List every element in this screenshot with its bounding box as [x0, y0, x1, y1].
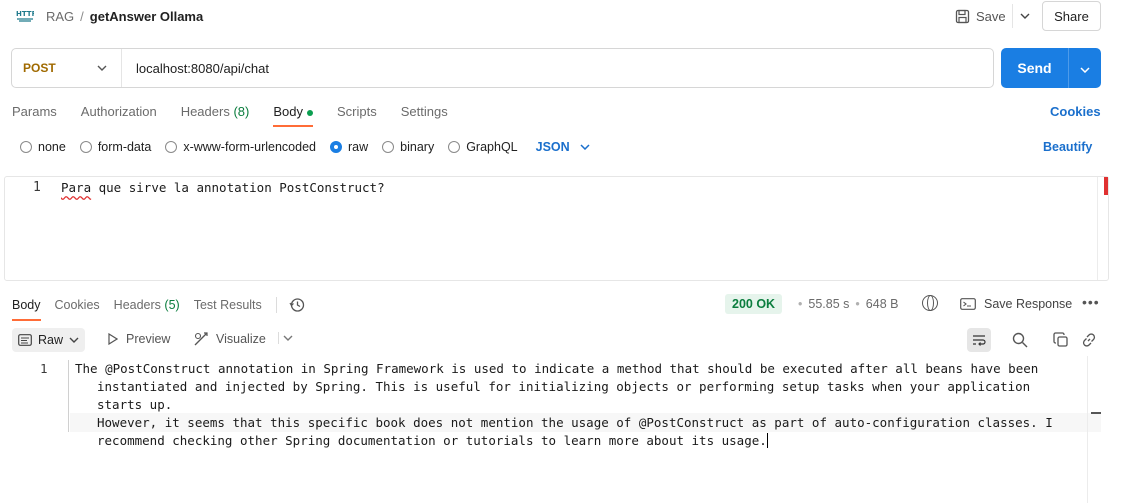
- radio-binary[interactable]: binary: [382, 140, 434, 154]
- response-time[interactable]: 55.85 s: [808, 297, 849, 311]
- wrap-lines-button[interactable]: [967, 328, 991, 352]
- share-button[interactable]: Share: [1042, 1, 1101, 31]
- tab-settings[interactable]: Settings: [401, 104, 448, 119]
- beautify-link[interactable]: Beautify: [1043, 140, 1092, 154]
- headers-count: (8): [233, 104, 250, 119]
- preview-button[interactable]: Preview: [108, 332, 170, 346]
- tab-response-body[interactable]: Body: [12, 298, 41, 321]
- request-tabs: Params Authorization Headers (8) Body Sc…: [12, 104, 472, 127]
- breadcrumb-collection[interactable]: RAG: [46, 9, 74, 24]
- radio-form-data[interactable]: form-data: [79, 140, 151, 154]
- save-response-label: Save Response: [984, 297, 1073, 311]
- request-body-text[interactable]: Para que sirve la annotation PostConstru…: [61, 180, 385, 195]
- save-response-button[interactable]: Save Response: [960, 297, 1072, 311]
- response-format-select[interactable]: Raw: [12, 328, 86, 352]
- response-line: The @PostConstruct annotation in Spring …: [75, 361, 1039, 376]
- search-icon[interactable]: [1011, 331, 1029, 349]
- visualize-button[interactable]: Visualize: [194, 332, 266, 346]
- visualize-icon: [194, 332, 208, 346]
- cookies-link[interactable]: Cookies: [1050, 104, 1101, 119]
- request-body-editor[interactable]: 1 Para que sirve la annotation PostConst…: [4, 176, 1109, 281]
- url-input[interactable]: localhost:8080/api/chat: [122, 61, 269, 76]
- response-scrollbar[interactable]: [1087, 356, 1101, 503]
- visualize-options-button[interactable]: [278, 332, 293, 344]
- save-label: Save: [976, 8, 1006, 24]
- save-button[interactable]: Save: [947, 4, 1014, 28]
- tab-response-headers[interactable]: Headers (5): [114, 298, 180, 312]
- response-line: However, it seems that this specific boo…: [97, 415, 1053, 430]
- more-options-icon[interactable]: •••: [1082, 294, 1100, 310]
- response-headers-count: (5): [164, 298, 180, 312]
- send-label: Send: [1017, 60, 1052, 76]
- tab-scripts[interactable]: Scripts: [337, 104, 377, 119]
- tab-authorization[interactable]: Authorization: [81, 104, 157, 119]
- format-label: JSON: [535, 140, 570, 154]
- radio-raw[interactable]: raw: [330, 140, 368, 154]
- spelling-word: Para: [61, 180, 92, 195]
- tab-response-cookies[interactable]: Cookies: [55, 298, 100, 312]
- breadcrumb-separator: /: [80, 9, 84, 24]
- save-options-button[interactable]: [1012, 4, 1036, 28]
- line-number: 1: [33, 180, 41, 195]
- chevron-down-icon: [580, 144, 590, 150]
- radio-none[interactable]: none: [20, 140, 66, 154]
- response-meta: • 55.85 s • 648 B: [798, 297, 899, 311]
- method-label: POST: [23, 61, 56, 75]
- tab-test-results[interactable]: Test Results: [194, 298, 262, 312]
- copy-icon[interactable]: [1052, 331, 1070, 349]
- http-icon-label: HTTP: [16, 10, 34, 18]
- save-icon: [955, 9, 970, 23]
- body-modified-dot: [306, 109, 313, 116]
- chevron-down-icon: [97, 65, 107, 71]
- chevron-down-icon: [1080, 67, 1090, 74]
- save-response-icon: [960, 298, 976, 310]
- scrollbar-position-marker: [1091, 412, 1101, 414]
- link-icon[interactable]: [1080, 331, 1098, 349]
- response-size[interactable]: 648 B: [866, 297, 899, 311]
- url-bar: POST localhost:8080/api/chat: [11, 48, 994, 88]
- line-number: 1: [40, 361, 48, 376]
- scrollbar-error-marker: [1104, 177, 1108, 195]
- chevron-down-icon: [1020, 13, 1029, 19]
- response-tabs: Body Cookies Headers (5) Test Results: [12, 297, 305, 321]
- gutter-line: [68, 360, 69, 432]
- tab-headers[interactable]: Headers (8): [181, 104, 250, 119]
- history-icon[interactable]: [289, 297, 305, 313]
- wrap-lines-icon: [973, 335, 986, 346]
- http-request-icon: HTTP: [16, 8, 37, 24]
- request-title[interactable]: getAnswer Ollama: [90, 9, 203, 24]
- format-select[interactable]: JSON: [536, 140, 590, 154]
- raw-format-icon: [18, 334, 32, 346]
- raw-label: Raw: [38, 333, 64, 347]
- method-select[interactable]: POST: [12, 49, 122, 87]
- breadcrumb: RAG / getAnswer Ollama: [46, 9, 203, 24]
- text-cursor: [766, 433, 769, 448]
- send-options-button[interactable]: [1069, 60, 1101, 76]
- response-line: instantiated and injected by Spring. Thi…: [97, 379, 1031, 412]
- response-line: recommend checking other Spring document…: [97, 433, 767, 448]
- radio-graphql[interactable]: GraphQL: [448, 140, 518, 154]
- radio-x-www-form-urlencoded[interactable]: x-www-form-urlencoded: [165, 140, 316, 154]
- chevron-down-icon: [283, 335, 293, 341]
- status-badge[interactable]: 200 OK: [725, 294, 783, 314]
- tab-params[interactable]: Params: [12, 104, 57, 119]
- network-globe-icon[interactable]: [922, 295, 938, 311]
- play-icon: [108, 333, 118, 345]
- chevron-down-icon: [69, 337, 79, 343]
- send-button[interactable]: Send: [1001, 48, 1101, 88]
- body-type-selector: none form-data x-www-form-urlencoded raw…: [20, 140, 590, 154]
- tab-body[interactable]: Body: [273, 104, 313, 127]
- response-body-text[interactable]: The @PostConstruct annotation in Spring …: [75, 360, 1075, 450]
